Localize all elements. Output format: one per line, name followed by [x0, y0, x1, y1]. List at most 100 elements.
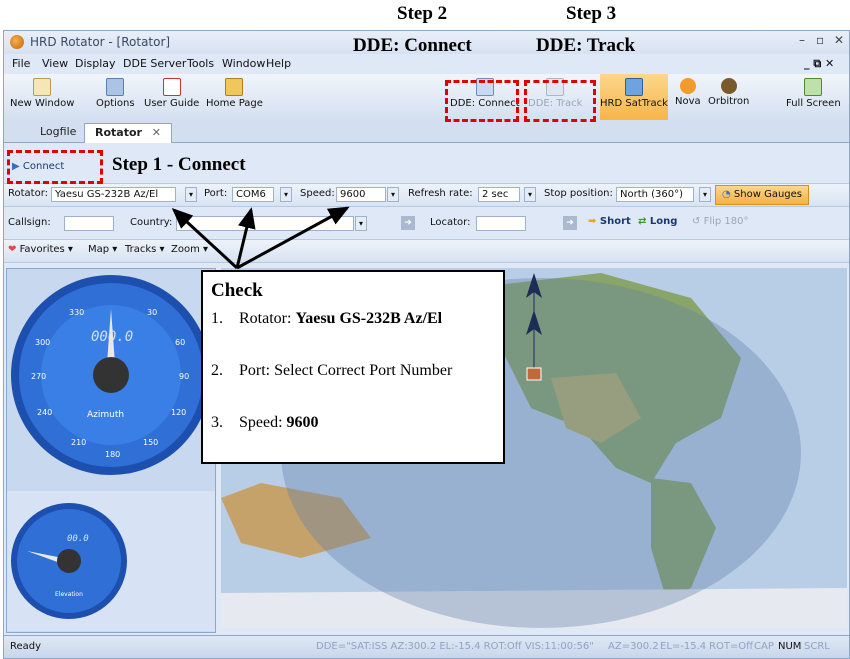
full-screen-icon [804, 78, 823, 96]
speed-dropdown-button[interactable]: ▾ [387, 187, 399, 202]
flip-180-button[interactable]: ↺ Flip 180° [692, 216, 749, 227]
short-arrow-icon: ➡ [588, 216, 597, 227]
home-icon [225, 78, 244, 96]
flip-icon: ↺ [692, 216, 701, 227]
nova-button[interactable]: Nova [675, 78, 701, 107]
menu-tools[interactable]: Tools [187, 57, 214, 70]
elevation-readout: 00.0 [67, 534, 89, 544]
short-path-button[interactable]: ➡ Short [588, 216, 631, 227]
refresh-rate-select[interactable]: 2 sec [478, 187, 520, 202]
country-select[interactable] [176, 216, 354, 231]
gauge-panel: 330 30 300 60 270 90 240 120 210 150 180… [6, 268, 216, 633]
refresh-rate-label: Refresh rate: [408, 188, 473, 199]
locator-input[interactable] [476, 216, 526, 231]
status-cap: CAP [754, 641, 774, 652]
status-az: AZ=300.2 [608, 641, 659, 652]
tab-rotator[interactable]: Rotator ✕ [84, 123, 173, 143]
menu-dde-server[interactable]: DDE Server [123, 57, 186, 70]
azimuth-tick-330: 330 [69, 308, 84, 317]
mdi-controls[interactable]: _ ⧉ ✕ [804, 57, 834, 71]
rotator-label: Rotator: [8, 188, 49, 199]
menu-display[interactable]: Display [75, 57, 116, 70]
home-page-button[interactable]: Home Page [206, 78, 263, 109]
tab-logfile[interactable]: Logfile [30, 123, 86, 142]
satellite-icon [625, 78, 643, 96]
menu-bar: File View Display DDE Server Tools Windo… [4, 54, 849, 74]
hrd-sattrack-button[interactable]: HRD SatTrack [600, 74, 668, 120]
locator-label: Locator: [430, 217, 471, 228]
heart-icon: ❤ [8, 244, 17, 255]
check-item-rotator: 1. Rotator: Yaesu GS-232B Az/El [211, 310, 443, 327]
dde-track-highlight [524, 80, 596, 122]
status-el: EL=-15.4 [660, 641, 707, 652]
show-gauges-button[interactable]: ◔ Show Gauges [715, 185, 810, 205]
azimuth-gauge: 330 30 300 60 270 90 240 120 210 150 180… [11, 275, 211, 475]
port-select[interactable]: COM6 [232, 187, 274, 202]
check-item-speed: 3. Speed: 9600 [211, 414, 319, 431]
status-bar: Ready DDE="SAT:ISS AZ:300.2 EL:-15.4 ROT… [4, 635, 849, 658]
port-label: Port: [204, 188, 228, 199]
callsign-label: Callsign: [8, 217, 51, 228]
stop-dropdown-button[interactable]: ▾ [699, 187, 711, 202]
dde-connect-highlight [445, 80, 519, 122]
callsign-row: Callsign: Country: ▾ ➜ Locator: ➜ ➡ Shor… [4, 213, 849, 235]
zoom-menu[interactable]: Zoom ▾ [171, 244, 208, 255]
azimuth-tick-240: 240 [37, 408, 52, 417]
locator-go-icon[interactable]: ➜ [563, 216, 577, 230]
azimuth-tick-60: 60 [175, 338, 185, 347]
step3-subtitle: DDE: Track [536, 35, 636, 56]
favorites-menu[interactable]: ❤ Favorites ▾ [8, 244, 73, 255]
azimuth-tick-30: 30 [147, 308, 157, 317]
azimuth-tick-210: 210 [71, 438, 86, 447]
azimuth-label: Azimuth [87, 410, 124, 420]
azimuth-tick-150: 150 [143, 438, 158, 447]
long-arrow-icon: ⇄ [638, 216, 647, 227]
azimuth-tick-270: 270 [31, 372, 46, 381]
minimize-button[interactable]: – [799, 33, 805, 47]
full-screen-button[interactable]: Full Screen [786, 78, 841, 109]
azimuth-tick-300: 300 [35, 338, 50, 347]
step3-title: Step 3 [566, 3, 617, 24]
menu-window[interactable]: Window [222, 57, 265, 70]
options-icon [106, 78, 125, 96]
go-arrow-icon[interactable]: ➜ [401, 216, 415, 230]
map-menu[interactable]: Map ▾ [88, 244, 117, 255]
close-button[interactable]: ✕ [834, 33, 844, 47]
country-dropdown-button[interactable]: ▾ [355, 216, 367, 231]
country-label: Country: [130, 217, 173, 228]
user-guide-button[interactable]: User Guide [144, 78, 199, 109]
orbitron-icon [720, 78, 737, 94]
status-ready: Ready [10, 641, 42, 652]
speed-select[interactable]: 9600 [336, 187, 386, 202]
rotator-dropdown-button[interactable]: ▾ [185, 187, 197, 202]
status-dde: DDE="SAT:ISS AZ:300.2 EL:-15.4 ROT:Off V… [316, 641, 594, 652]
long-path-button[interactable]: ⇄ Long [638, 216, 677, 227]
new-window-icon [33, 78, 52, 96]
menu-help[interactable]: Help [266, 57, 291, 70]
step1-label: Step 1 - Connect [112, 154, 246, 175]
step2-title: Step 2 [397, 3, 448, 24]
port-dropdown-button[interactable]: ▾ [280, 187, 292, 202]
refresh-dropdown-button[interactable]: ▾ [524, 187, 536, 202]
restore-button[interactable]: ▫ [816, 33, 824, 47]
pdf-icon [162, 78, 181, 96]
stop-position-select[interactable]: North (360°) [616, 187, 694, 202]
status-rot: ROT=Off [709, 641, 754, 652]
azimuth-tick-90: 90 [179, 372, 189, 381]
options-button[interactable]: Options [96, 78, 135, 109]
tracks-menu[interactable]: Tracks ▾ [125, 244, 165, 255]
check-callout: Check 1. Rotator: Yaesu GS-232B Az/El 2. P… [201, 270, 505, 464]
home-location-marker [526, 367, 542, 381]
callsign-input[interactable] [64, 216, 114, 231]
rotator-select[interactable]: Yaesu GS-232B Az/El [51, 187, 176, 202]
gauge-icon: ◔ [722, 189, 731, 200]
document-tabs: Logfile Rotator ✕ [4, 120, 849, 143]
menu-view[interactable]: View [42, 57, 68, 70]
close-tab-icon[interactable]: ✕ [152, 126, 161, 139]
elevation-label: Elevation [55, 591, 83, 598]
check-title: Check [211, 280, 263, 301]
orbitron-button[interactable]: Orbitron [708, 78, 749, 107]
speed-label: Speed: [300, 188, 335, 199]
menu-file[interactable]: File [12, 57, 30, 70]
new-window-button[interactable]: New Window [10, 78, 74, 109]
